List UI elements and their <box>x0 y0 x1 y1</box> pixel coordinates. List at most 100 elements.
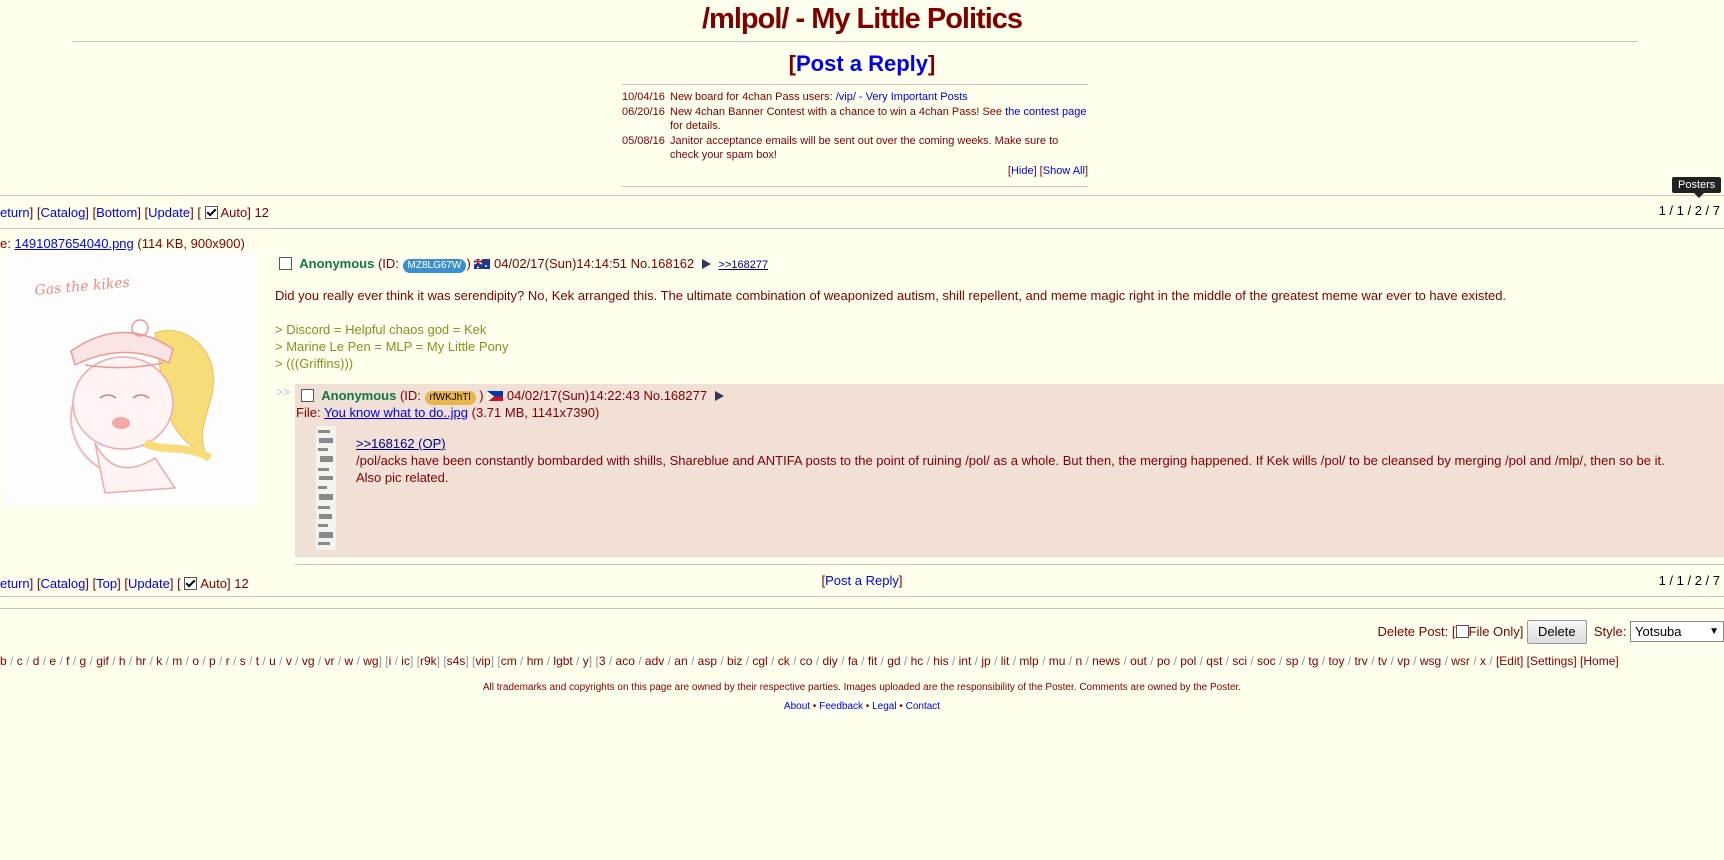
board-link-vr[interactable]: vr <box>325 654 335 668</box>
board-separator: ] <box>409 654 417 668</box>
board-link-wsg[interactable]: wsg <box>1420 654 1441 668</box>
board-link-jp[interactable]: jp <box>981 654 990 668</box>
board-link-ck[interactable]: ck <box>778 654 790 668</box>
board-link-fa[interactable]: fa <box>848 654 858 668</box>
board-separator: / <box>245 654 256 668</box>
news-link-contest[interactable]: the contest page <box>1005 106 1086 118</box>
board-link-hm[interactable]: hm <box>527 654 544 668</box>
board-link-o[interactable]: o <box>192 654 199 668</box>
op-file-link[interactable]: 1491087654040.png <box>14 236 133 251</box>
board-separator: / <box>146 654 157 668</box>
reply-file-link[interactable]: You know what to do..jpg <box>324 405 468 420</box>
post-reply-link[interactable]: Post a Reply <box>796 51 928 76</box>
board-link-aco[interactable]: aco <box>616 654 635 668</box>
board-link-b[interactable]: b <box>0 654 7 668</box>
board-separator: / <box>605 654 616 668</box>
op-thumbnail[interactable]: Gas the kikes <box>5 253 257 505</box>
board-link-Edit[interactable]: Edit <box>1499 654 1520 668</box>
board-link-fit[interactable]: fit <box>868 654 877 668</box>
op-select-checkbox[interactable] <box>279 257 292 270</box>
board-link-tv[interactable]: tv <box>1378 654 1387 668</box>
op-poster-id-badge[interactable]: MZ8LG67W <box>402 259 467 273</box>
reply-quote-link[interactable]: >>168162 (OP) <box>356 436 446 451</box>
board-link-toy[interactable]: toy <box>1328 654 1344 668</box>
board-link-qst[interactable]: qst <box>1206 654 1222 668</box>
board-link-pol[interactable]: pol <box>1180 654 1196 668</box>
news-link-vip[interactable]: /vip/ - Very Important Posts <box>836 91 968 103</box>
board-link-p[interactable]: p <box>209 654 216 668</box>
board-link-w[interactable]: w <box>345 654 354 668</box>
op-post-number[interactable]: No.168162 <box>631 256 695 271</box>
footer-legal-link[interactable]: Legal <box>872 701 896 712</box>
reply-thumbnail[interactable] <box>316 426 336 550</box>
board-link-gd[interactable]: gd <box>887 654 900 668</box>
board-separator: / <box>1441 654 1452 668</box>
reply-select-checkbox[interactable] <box>301 389 314 402</box>
board-link-tg[interactable]: tg <box>1308 654 1318 668</box>
board-link-vip[interactable]: vip <box>475 654 490 668</box>
reply-post-number[interactable]: No.168277 <box>643 388 707 403</box>
update-link[interactable]: Update <box>148 205 190 220</box>
board-link-wsr[interactable]: wsr <box>1451 654 1470 668</box>
board-link-s4s[interactable]: s4s <box>447 654 466 668</box>
board-link-sp[interactable]: sp <box>1286 654 1299 668</box>
board-link-news[interactable]: news <box>1092 654 1120 668</box>
post-menu-arrow-icon[interactable] <box>714 391 724 401</box>
board-link-an[interactable]: an <box>674 654 687 668</box>
board-link-mu[interactable]: mu <box>1049 654 1066 668</box>
post-menu-arrow-icon[interactable] <box>701 259 711 269</box>
post-reply-link-bottom[interactable]: Post a Reply <box>825 573 899 588</box>
footer-contact-link[interactable]: Contact <box>906 701 940 712</box>
board-link-h[interactable]: h <box>119 654 126 668</box>
board-link-vg[interactable]: vg <box>302 654 315 668</box>
board-link-trv[interactable]: trv <box>1354 654 1367 668</box>
footer-links: About • Feedback • Legal • Contact <box>783 701 941 712</box>
board-link-hr[interactable]: hr <box>136 654 147 668</box>
thread-stats-top[interactable]: 1 / 1 / 2 / 7 <box>1659 203 1720 219</box>
board-link-adv[interactable]: adv <box>645 654 664 668</box>
board-link-int[interactable]: int <box>959 654 972 668</box>
board-link-diy[interactable]: diy <box>822 654 837 668</box>
board-link-hc[interactable]: hc <box>911 654 924 668</box>
board-link-mlp[interactable]: mlp <box>1019 654 1038 668</box>
board-link-r9k[interactable]: r9k <box>420 654 437 668</box>
board-link-po[interactable]: po <box>1157 654 1170 668</box>
board-link-cm[interactable]: cm <box>501 654 517 668</box>
board-link-Settings[interactable]: Settings <box>1530 654 1573 668</box>
board-link-out[interactable]: out <box>1130 654 1147 668</box>
thread-stats-bottom[interactable]: 1 / 1 / 2 / 7 <box>1659 573 1720 589</box>
footer-about-link[interactable]: About <box>784 701 810 712</box>
board-link-biz[interactable]: biz <box>727 654 742 668</box>
board-separator: / <box>1120 654 1131 668</box>
board-link-3[interactable]: 3 <box>599 654 606 668</box>
file-only-checkbox[interactable] <box>1455 625 1469 638</box>
board-link-wg[interactable]: wg <box>363 654 378 668</box>
news-hide-link[interactable]: Hide <box>1011 165 1034 177</box>
news-show-all-link[interactable]: Show All <box>1043 165 1085 177</box>
return-link[interactable]: eturn <box>0 205 30 220</box>
board-link-ic[interactable]: ic <box>401 654 410 668</box>
catalog-link[interactable]: Catalog <box>40 205 85 220</box>
news-divider-bottom <box>622 186 1088 187</box>
board-link-his[interactable]: his <box>933 654 948 668</box>
board-link-asp[interactable]: asp <box>698 654 717 668</box>
reply-side-arrows: >> <box>276 385 291 399</box>
delete-button[interactable]: Delete <box>1527 620 1587 644</box>
op-backlink[interactable]: >>168277 <box>719 259 769 271</box>
auto-update-checkbox[interactable] <box>204 206 218 219</box>
board-link-u[interactable]: u <box>269 654 276 668</box>
reply-poster-id-badge[interactable]: rfWKJhTl <box>424 391 476 405</box>
board-link-soc[interactable]: soc <box>1257 654 1276 668</box>
board-link-Home[interactable]: Home <box>1583 654 1615 668</box>
board-link-co[interactable]: co <box>800 654 813 668</box>
reply-id-suffix: ) <box>475 388 484 403</box>
footer-feedback-link[interactable]: Feedback <box>819 701 863 712</box>
board-link-m[interactable]: m <box>172 654 182 668</box>
board-link-sci[interactable]: sci <box>1232 654 1247 668</box>
board-link-gif[interactable]: gif <box>96 654 109 668</box>
board-link-lgbt[interactable]: lgbt <box>553 654 572 668</box>
bottom-link[interactable]: Bottom <box>96 205 137 220</box>
board-link-vp[interactable]: vp <box>1397 654 1410 668</box>
board-link-cgl[interactable]: cgl <box>752 654 767 668</box>
style-select[interactable]: Yotsuba ▼ <box>1630 621 1724 642</box>
